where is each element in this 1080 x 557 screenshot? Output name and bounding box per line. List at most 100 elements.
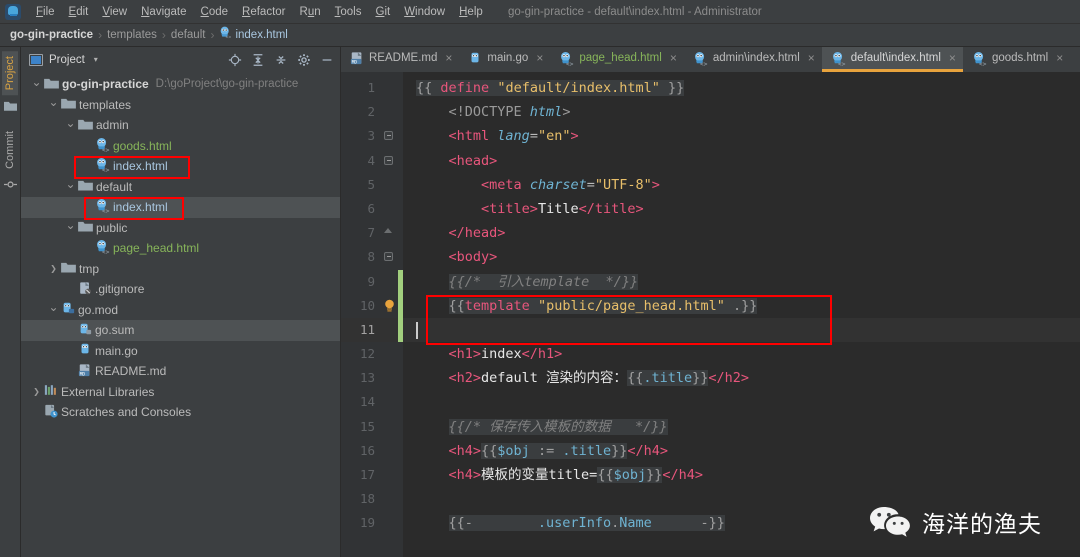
editor-code-content[interactable]: {{ define "default/index.html" }} <!DOCT… xyxy=(403,72,1080,557)
settings-gear-icon[interactable] xyxy=(297,53,311,67)
code-line[interactable]: {{ define "default/index.html" }} xyxy=(403,76,1080,100)
code-line[interactable]: {{/* 保存传入模板的数据 */}} xyxy=(403,415,1080,439)
stripe-button-commit[interactable]: Commit xyxy=(2,126,18,174)
tree-row[interactable]: ⌄ templates xyxy=(21,95,340,116)
expand-all-icon[interactable] xyxy=(251,53,265,67)
tree-row[interactable]: go.sum xyxy=(21,320,340,341)
editor-tab-goods-html[interactable]: <> goods.html × xyxy=(963,47,1070,72)
tree-item-label: .gitignore xyxy=(95,282,145,297)
menu-item-window[interactable]: Window xyxy=(397,3,452,21)
breadcrumb-item-file[interactable]: index.html xyxy=(235,29,287,41)
tree-row[interactable]: Scratches and Consoles xyxy=(21,402,340,423)
editor-tab-default-index-html[interactable]: <> default\index.html × xyxy=(821,47,963,72)
menu-item-code[interactable]: Code xyxy=(194,3,236,21)
close-icon[interactable]: × xyxy=(949,51,956,65)
code-line[interactable]: {{template "public/page_head.html" .}} xyxy=(403,294,1080,318)
chevron-down-icon[interactable]: ⌄ xyxy=(65,178,76,193)
chevron-down-icon[interactable]: ⌄ xyxy=(65,117,76,132)
editor-tab-admin-index-html[interactable]: <> admin\index.html × xyxy=(684,47,822,72)
stripe-button-project[interactable]: Project xyxy=(2,51,18,96)
breadcrumb-item-templates[interactable]: templates xyxy=(107,29,157,41)
code-line[interactable]: <html lang="en"> xyxy=(403,124,1080,148)
editor-tab-page_head-html[interactable]: <> page_head.html × xyxy=(550,47,684,72)
tree-row[interactable]: ⌄ admin xyxy=(21,115,340,136)
code-line[interactable]: <head> xyxy=(403,149,1080,173)
stripe-label-commit: Commit xyxy=(4,131,16,170)
tree-row[interactable]: .gitignore xyxy=(21,279,340,300)
tree-row[interactable]: ⌄ public xyxy=(21,218,340,239)
editor-tab-bar[interactable]: MD README.md × main.go × <> page_head.html × <> a… xyxy=(341,47,1080,72)
code-line[interactable]: <meta charset="UTF-8"> xyxy=(403,173,1080,197)
gitignore-file-icon xyxy=(78,281,92,298)
code-fold-icon[interactable] xyxy=(384,228,393,237)
collapse-all-icon[interactable] xyxy=(274,53,288,67)
tree-row[interactable]: <> page_head.html xyxy=(21,238,340,259)
tree-row[interactable]: ❯ tmp xyxy=(21,259,340,280)
code-editor[interactable]: 1 2 3 4 5 6 7 8 9 10 11 12 13 14 15 16 17 18 19 {{ define … xyxy=(341,72,1080,557)
breadcrumb-item-default[interactable]: default xyxy=(171,29,206,41)
chevron-down-icon[interactable]: ⌄ xyxy=(48,96,59,111)
code-line[interactable] xyxy=(403,317,1080,343)
select-opened-file-icon[interactable] xyxy=(228,53,242,67)
code-line[interactable]: <body> xyxy=(403,245,1080,269)
tree-item-label: index.html xyxy=(113,200,168,215)
close-icon[interactable]: × xyxy=(1056,51,1063,65)
svg-text:<>: <> xyxy=(566,61,574,66)
menu-item-navigate[interactable]: Navigate xyxy=(134,3,193,21)
chevron-down-icon[interactable]: ⌄ xyxy=(48,301,59,316)
libraries-icon xyxy=(44,384,58,399)
tree-row[interactable]: main.go xyxy=(21,341,340,362)
code-line[interactable]: <title>Title</title> xyxy=(403,197,1080,221)
menu-item-tools[interactable]: Tools xyxy=(328,3,369,21)
tree-item-label: External Libraries xyxy=(61,384,155,399)
menu-item-git[interactable]: Git xyxy=(368,3,397,21)
tree-row[interactable]: <> index.html xyxy=(21,197,340,218)
tree-row[interactable]: ⌄ go.mod xyxy=(21,300,340,321)
menu-item-help[interactable]: Help xyxy=(452,3,490,21)
left-tool-stripe: Project Commit xyxy=(0,47,21,557)
editor-tab-readme-md[interactable]: MD README.md × xyxy=(341,47,459,72)
menu-item-view[interactable]: View xyxy=(95,3,134,21)
menu-item-run[interactable]: Run xyxy=(293,3,328,21)
close-icon[interactable]: × xyxy=(445,51,452,65)
chevron-down-icon[interactable]: ▾ xyxy=(94,55,98,64)
code-line[interactable]: <h4>模板的变量title={{$obj}}</h4> xyxy=(403,463,1080,487)
tree-row[interactable]: <> index.html xyxy=(21,156,340,177)
code-fold-icon[interactable] xyxy=(384,155,393,165)
code-line[interactable] xyxy=(403,390,1080,414)
code-fold-icon[interactable] xyxy=(384,131,393,141)
lightbulb-icon[interactable] xyxy=(384,299,395,312)
close-icon[interactable]: × xyxy=(536,51,543,65)
tree-item-label: templates xyxy=(79,97,132,112)
tree-item-label: goods.html xyxy=(113,138,172,153)
hide-panel-icon[interactable] xyxy=(320,53,334,67)
code-line[interactable]: {{/* 引入template */}} xyxy=(403,270,1080,294)
svg-text:<>: <> xyxy=(979,61,987,66)
chevron-right-icon[interactable]: ❯ xyxy=(48,264,59,273)
code-fold-icon[interactable] xyxy=(384,252,393,262)
commit-icon xyxy=(3,178,17,196)
close-icon[interactable]: × xyxy=(808,51,815,65)
project-tree[interactable]: ⌄ go-gin-practice D:\goProject\go-gin-prac… xyxy=(21,72,340,557)
tree-item-label: tmp xyxy=(79,261,100,276)
code-line[interactable]: <h1>index</h1> xyxy=(403,342,1080,366)
tree-row[interactable]: <> goods.html xyxy=(21,136,340,157)
tree-row[interactable]: MD README.md xyxy=(21,361,340,382)
tree-row[interactable]: ❯ External Libraries xyxy=(21,382,340,403)
tree-row[interactable]: ⌄ go-gin-practice D:\goProject\go-gin-prac… xyxy=(21,74,340,95)
code-line[interactable]: </head> xyxy=(403,221,1080,245)
editor-tab-main-go[interactable]: main.go × xyxy=(459,47,550,72)
code-line[interactable]: <h2>default 渲染的内容：{{.title}}</h2> xyxy=(403,366,1080,390)
menu-item-edit[interactable]: Edit xyxy=(62,3,96,21)
editor-gutter[interactable]: 1 2 3 4 5 6 7 8 9 10 11 12 13 14 15 16 17 18 19 xyxy=(341,72,403,557)
chevron-right-icon[interactable]: ❯ xyxy=(31,387,42,396)
tree-row[interactable]: ⌄ default xyxy=(21,177,340,198)
breadcrumb-item-project[interactable]: go-gin-practice xyxy=(10,29,93,41)
code-line[interactable]: <h4>{{$obj := .title}}</h4> xyxy=(403,439,1080,463)
close-icon[interactable]: × xyxy=(670,51,677,65)
chevron-down-icon[interactable]: ⌄ xyxy=(65,219,76,234)
menu-item-file[interactable]: File xyxy=(29,3,62,21)
chevron-down-icon[interactable]: ⌄ xyxy=(31,76,42,91)
menu-item-refactor[interactable]: Refactor xyxy=(235,3,292,21)
code-line[interactable]: <!DOCTYPE html> xyxy=(403,100,1080,124)
